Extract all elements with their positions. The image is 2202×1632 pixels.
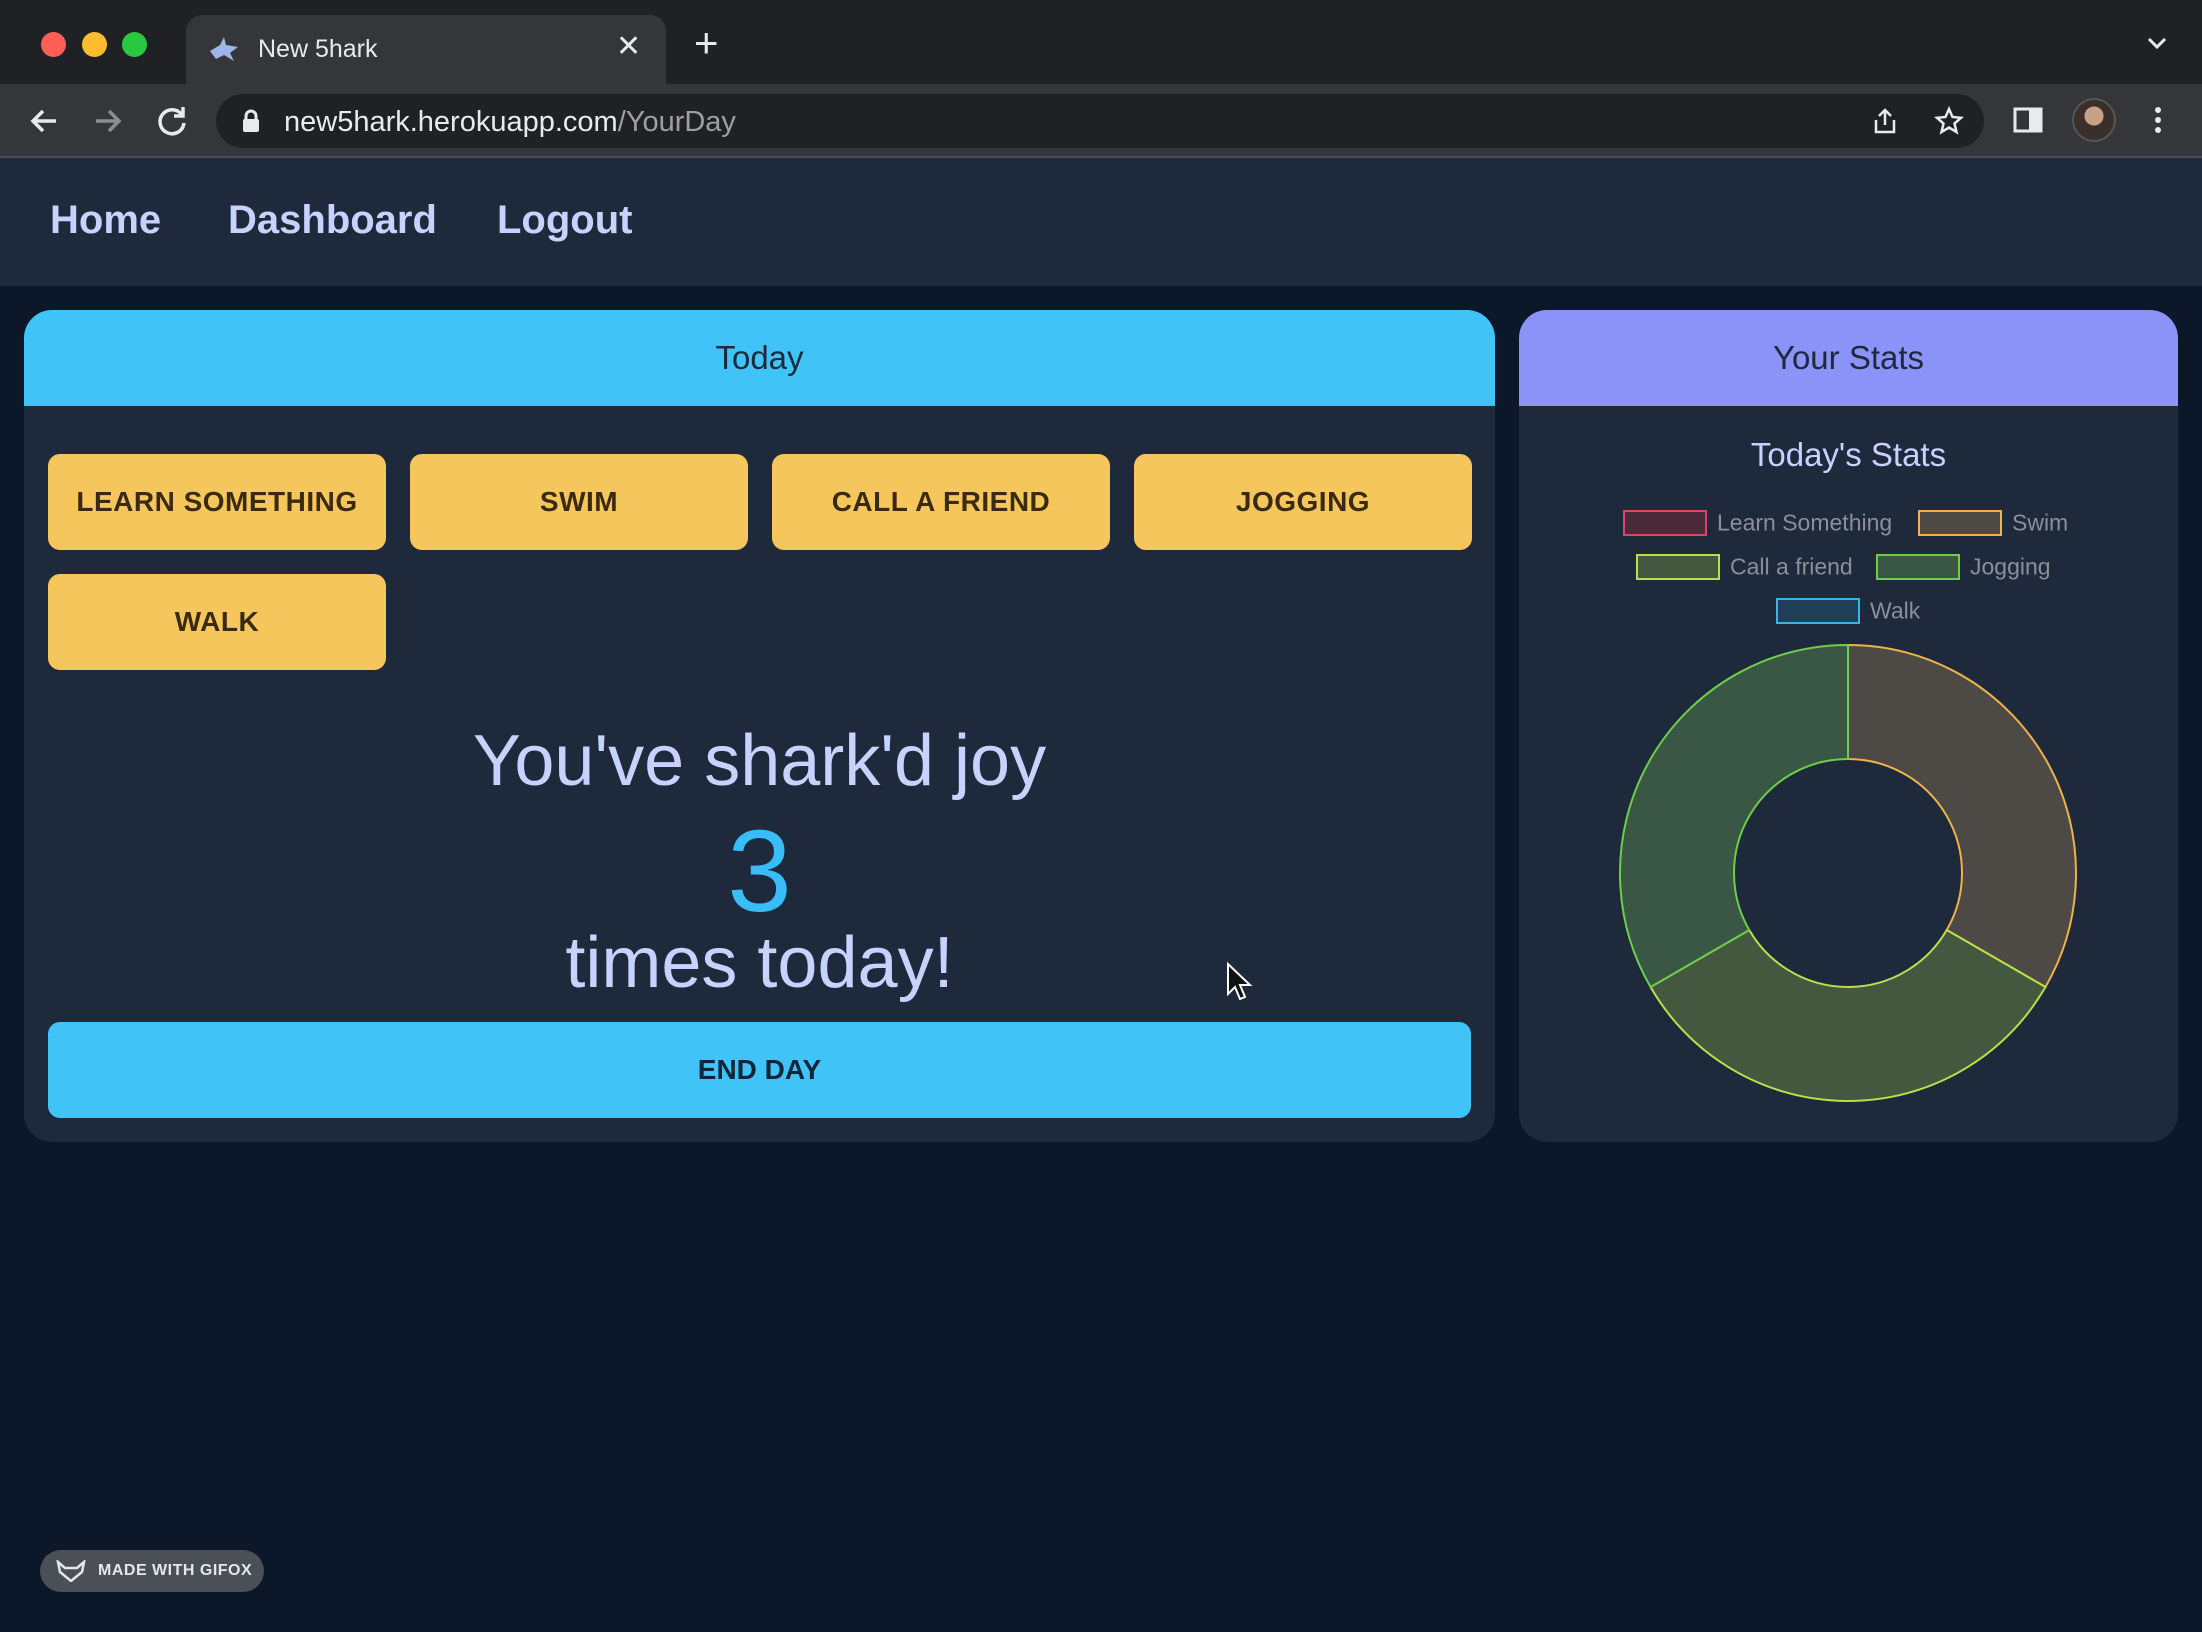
fox-logo-icon — [56, 1560, 86, 1582]
chevron-down-icon[interactable] — [2144, 30, 2170, 56]
browser-toolbar: new5hark.herokuapp.com/YourDay — [0, 84, 2202, 158]
more-menu-icon[interactable] — [2140, 102, 2176, 138]
window-close-button[interactable] — [41, 32, 66, 57]
browser-tab[interactable]: New 5hark ✕ — [186, 15, 666, 84]
browser-tab-bar: New 5hark ✕ + — [0, 0, 2202, 84]
end-day-button[interactable]: END DAY — [48, 1022, 1471, 1118]
nav-home-link[interactable]: Home — [50, 198, 161, 243]
activity-button-call-a-friend[interactable]: CALL A FRIEND — [772, 454, 1110, 550]
new-tab-button[interactable]: + — [694, 22, 719, 64]
star-bookmark-icon[interactable] — [1934, 106, 1964, 136]
donut-slice-jogging[interactable] — [1619, 643, 1849, 989]
donut-slice-swim[interactable] — [1847, 643, 2077, 989]
gifox-badge: MADE WITH GIFOX — [40, 1550, 264, 1592]
joy-count: 3 — [727, 806, 792, 936]
window-zoom-button[interactable] — [122, 32, 147, 57]
lock-icon — [243, 109, 259, 132]
app-navbar: Home Dashboard Logout — [0, 158, 2202, 286]
url-text: new5hark.herokuapp.com/YourDay — [284, 106, 736, 138]
reload-icon[interactable] — [152, 101, 192, 141]
donut-slice-call-a-friend[interactable] — [1649, 928, 2047, 1102]
donut-chart — [1619, 643, 2077, 1102]
tab-title: New 5hark — [258, 35, 378, 63]
mouse-cursor-icon — [1227, 962, 1253, 1001]
address-bar[interactable]: new5hark.herokuapp.com/YourDay — [216, 94, 1984, 148]
profile-avatar[interactable] — [2072, 98, 2116, 142]
share-icon[interactable] — [1870, 106, 1900, 136]
forward-arrow-icon[interactable] — [88, 101, 128, 141]
nav-dashboard-link[interactable]: Dashboard — [228, 198, 437, 243]
window-minimize-button[interactable] — [82, 32, 107, 57]
today-card-header: Today — [24, 310, 1495, 406]
activity-button-walk[interactable]: WALK — [48, 574, 386, 670]
activity-button-jogging[interactable]: JOGGING — [1134, 454, 1472, 550]
nav-logout-link[interactable]: Logout — [497, 198, 633, 243]
activity-button-learn-something[interactable]: LEARN SOMETHING — [48, 454, 386, 550]
shark-favicon-icon — [210, 37, 238, 61]
stats-card: Your Stats Today's Stats Learn Something… — [1519, 310, 2178, 1142]
tab-close-icon[interactable]: ✕ — [616, 29, 641, 65]
activity-button-swim[interactable]: SWIM — [410, 454, 748, 550]
joy-message-suffix: times today! — [565, 923, 954, 1003]
side-panel-icon[interactable] — [2010, 102, 2046, 138]
joy-message-prefix: You've shark'd joy — [472, 721, 1047, 801]
back-arrow-icon[interactable] — [24, 101, 64, 141]
today-card: Today LEARN SOMETHING SWIM CALL A FRIEND… — [24, 310, 1495, 1142]
